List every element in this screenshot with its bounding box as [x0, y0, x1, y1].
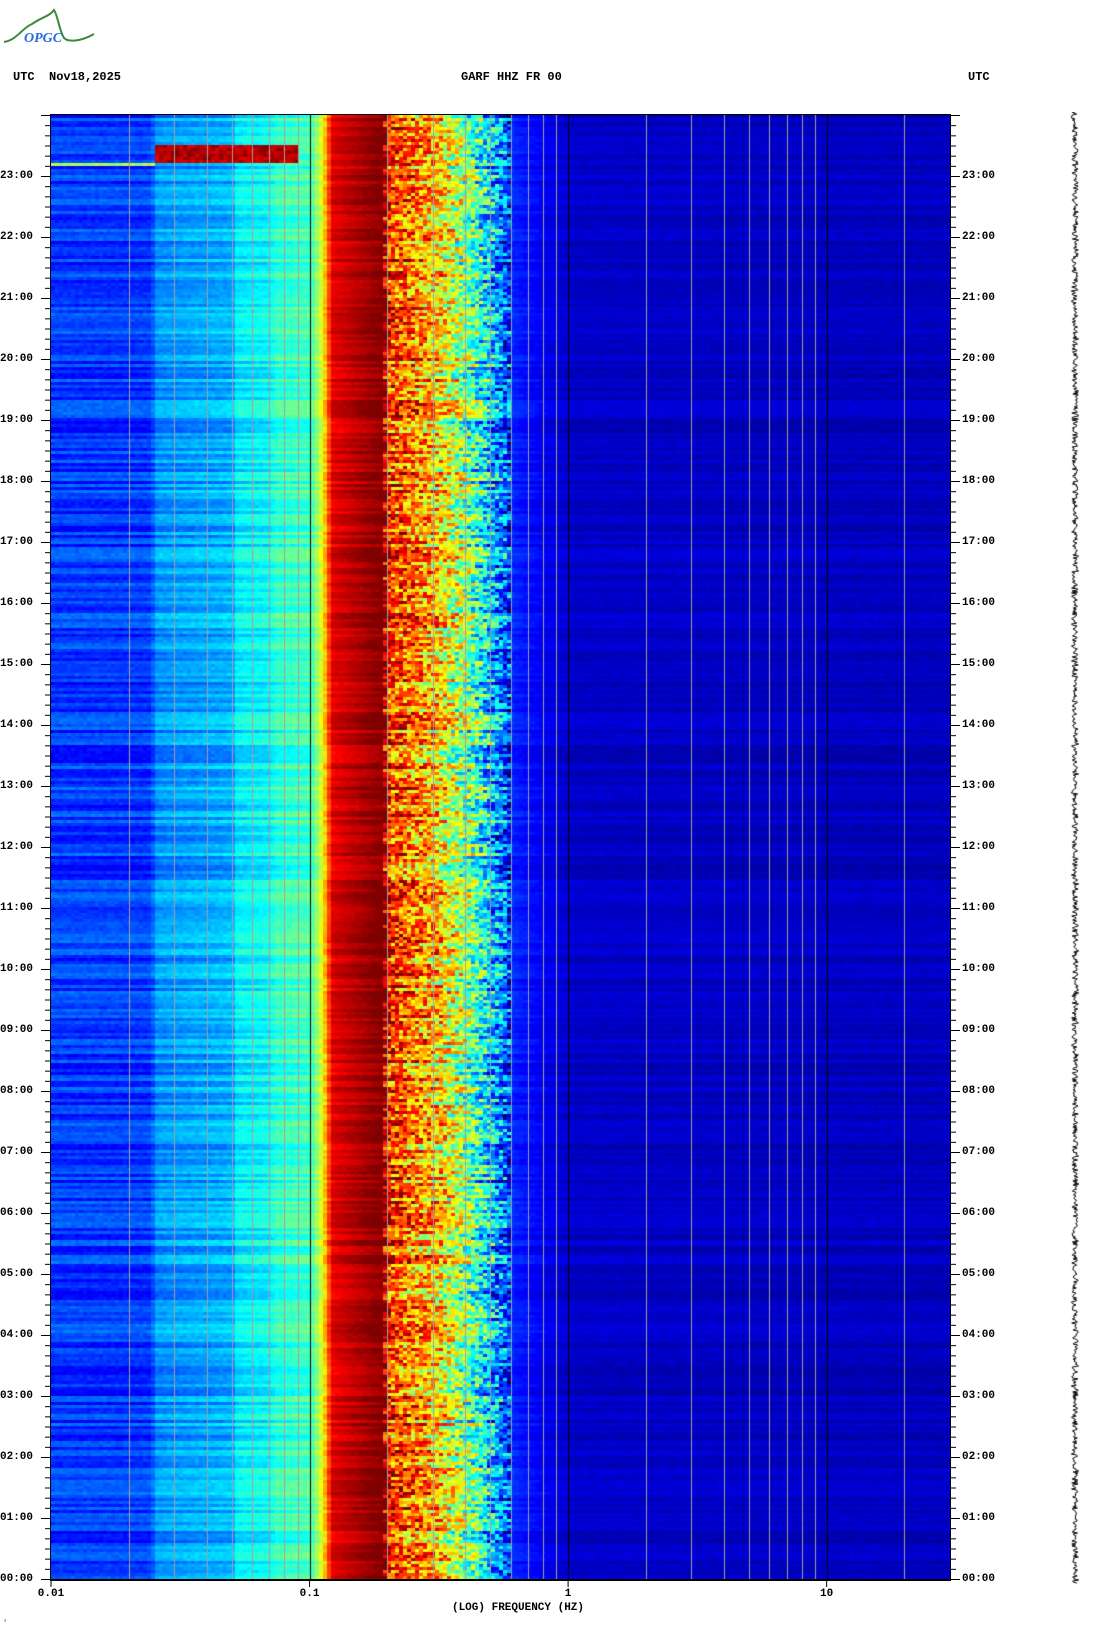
y-tick-label-left: 12:00 [0, 841, 34, 853]
y-tick-label-left: 03:00 [0, 1390, 34, 1402]
spectrogram-heatmap [51, 115, 950, 1579]
y-tick-label-left: 19:00 [0, 414, 34, 426]
y-tick-label-right: 15:00 [962, 658, 996, 670]
y-tick-label-right: 22:00 [962, 231, 996, 243]
opgc-logo: OPGC [3, 8, 95, 46]
y-tick-label-left: 10:00 [0, 963, 34, 975]
y-tick-label-left: 06:00 [0, 1207, 34, 1219]
y-tick-label-left: 13:00 [0, 780, 34, 792]
timezone-label-left: UTC [13, 70, 35, 84]
y-tick-label-left: 01:00 [0, 1512, 34, 1524]
x-tick-label: 0.1 [299, 1588, 320, 1600]
y-tick-label-left: 00:00 [0, 1573, 34, 1585]
y-tick-label-left: 16:00 [0, 597, 34, 609]
x-tick-label: 1 [564, 1588, 572, 1600]
y-tick-label-left: 22:00 [0, 231, 34, 243]
y-tick-label-left: 20:00 [0, 353, 34, 365]
y-tick-label-right: 01:00 [962, 1512, 996, 1524]
y-tick-label-left: 07:00 [0, 1146, 34, 1158]
y-tick-label-right: 00:00 [962, 1573, 996, 1585]
y-tick-label-right: 10:00 [962, 963, 996, 975]
timezone-label-right: UTC [968, 70, 990, 84]
y-tick-label-left: 15:00 [0, 658, 34, 670]
y-tick-label-right: 13:00 [962, 780, 996, 792]
y-tick-label-right: 19:00 [962, 414, 996, 426]
y-tick-label-left: 04:00 [0, 1329, 34, 1341]
y-tick-label-right: 18:00 [962, 475, 996, 487]
x-tick-label: 10 [820, 1588, 834, 1600]
y-tick-label-right: 06:00 [962, 1207, 996, 1219]
y-tick-label-right: 16:00 [962, 597, 996, 609]
y-tick-label-right: 05:00 [962, 1268, 996, 1280]
y-tick-label-left: 23:00 [0, 170, 34, 182]
x-axis-title: (LOG) FREQUENCY (HZ) [451, 1602, 585, 1614]
y-tick-label-right: 08:00 [962, 1085, 996, 1097]
y-tick-label-right: 12:00 [962, 841, 996, 853]
footer-mark: ′ [3, 1620, 8, 1628]
seismogram-trace [1060, 112, 1090, 1584]
y-tick-label-right: 02:00 [962, 1451, 996, 1463]
y-tick-label-right: 21:00 [962, 292, 996, 304]
y-tick-label-right: 17:00 [962, 536, 996, 548]
y-tick-label-right: 11:00 [962, 902, 996, 914]
y-tick-label-left: 17:00 [0, 536, 34, 548]
y-tick-label-left: 09:00 [0, 1024, 34, 1036]
x-tick-label: 0.01 [37, 1588, 65, 1600]
y-tick-label-left: 18:00 [0, 475, 34, 487]
y-tick-label-right: 04:00 [962, 1329, 996, 1341]
y-tick-label-left: 02:00 [0, 1451, 34, 1463]
station-label: GARF HHZ FR 00 [461, 70, 562, 84]
y-tick-label-left: 11:00 [0, 902, 34, 914]
y-tick-label-left: 21:00 [0, 292, 34, 304]
svg-text:OPGC: OPGC [24, 31, 63, 46]
y-tick-label-left: 08:00 [0, 1085, 34, 1097]
y-tick-label-right: 07:00 [962, 1146, 996, 1158]
y-tick-label-left: 14:00 [0, 719, 34, 731]
y-tick-label-left: 05:00 [0, 1268, 34, 1280]
date-label: Nov18,2025 [49, 70, 122, 84]
y-tick-label-right: 09:00 [962, 1024, 996, 1036]
y-tick-label-right: 03:00 [962, 1390, 996, 1402]
y-tick-label-right: 20:00 [962, 353, 996, 365]
y-tick-label-right: 14:00 [962, 719, 996, 731]
y-tick-label-right: 23:00 [962, 170, 996, 182]
